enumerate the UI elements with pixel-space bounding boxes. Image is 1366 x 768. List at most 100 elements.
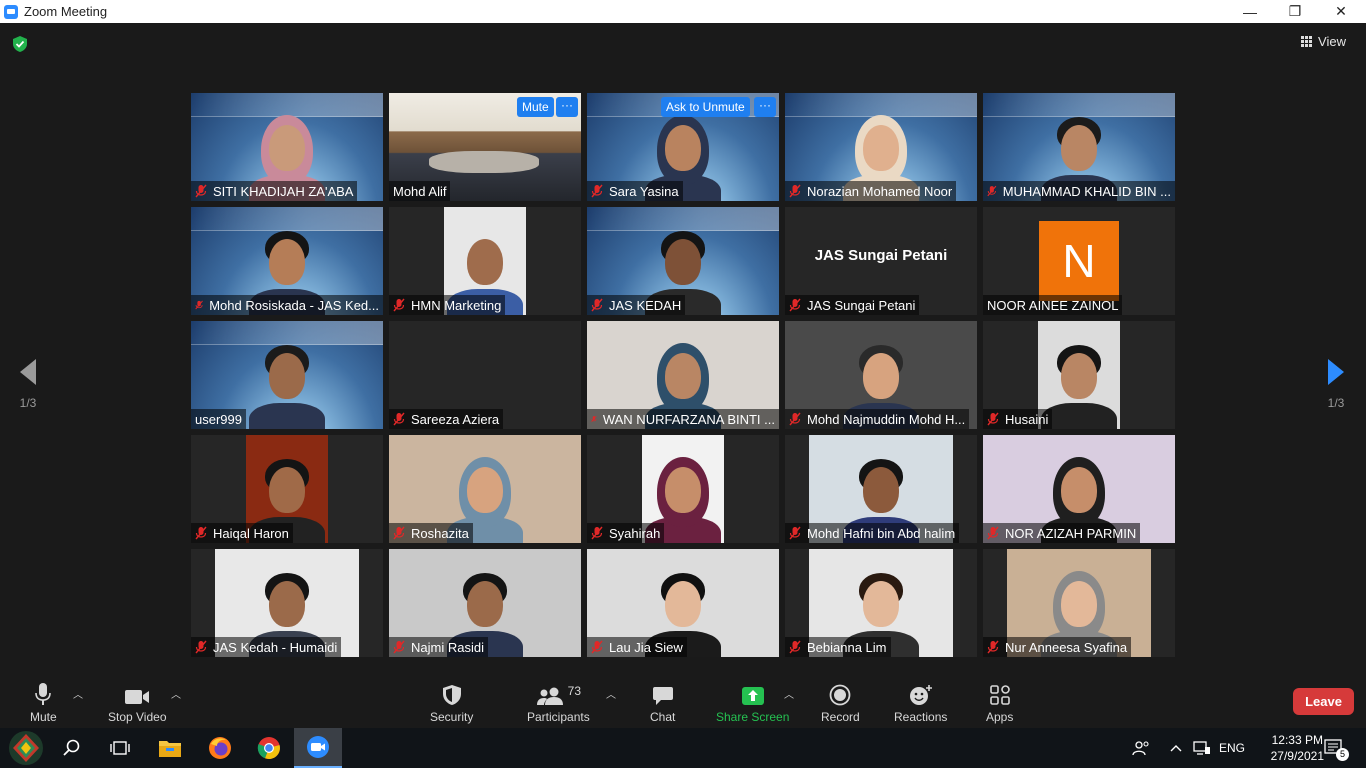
video-tile[interactable]: JAS KEDAH xyxy=(587,207,779,315)
chrome-icon[interactable] xyxy=(245,728,293,768)
participant-name: Nur Anneesa Syafina xyxy=(1005,639,1128,655)
next-page-button[interactable]: 1/3 xyxy=(1316,358,1356,428)
video-tile[interactable]: Syahirah xyxy=(587,435,779,543)
video-tile[interactable]: JAS Kedah - Humaidi xyxy=(191,549,383,657)
participant-more-options-button[interactable]: ··· xyxy=(754,97,776,117)
video-tile[interactable]: Nur Anneesa Syafina xyxy=(983,549,1175,657)
share-options-caret[interactable]: ︿ xyxy=(784,686,794,701)
mute-button[interactable]: Mute xyxy=(30,680,57,724)
participant-name: NOOR AINEE ZAINOL xyxy=(987,297,1119,313)
video-tile[interactable]: Sara Yasina Ask to Unmute ··· xyxy=(587,93,779,201)
apps-label: Apps xyxy=(986,710,1014,724)
security-label: Security xyxy=(430,710,474,724)
muted-mic-icon xyxy=(591,526,603,540)
participants-button[interactable]: 73 Participants xyxy=(527,680,590,724)
chat-bubble-icon xyxy=(652,687,673,705)
video-tile[interactable]: N NOOR AINEE ZAINOL xyxy=(983,207,1175,315)
participant-face xyxy=(863,581,899,627)
minimize-button[interactable]: — xyxy=(1227,0,1273,23)
security-button[interactable]: Security xyxy=(430,680,473,724)
participant-name-bar: Najmi Rasidi xyxy=(389,637,488,657)
ask-to-unmute-button[interactable]: Ask to Unmute xyxy=(661,97,750,117)
taskbar-clock[interactable]: 12:33 PM 27/9/2021 xyxy=(1271,732,1324,764)
video-tile[interactable]: HMN Marketing xyxy=(389,207,581,315)
participant-name-bar: Mohd Alif xyxy=(389,181,451,201)
participant-face xyxy=(467,239,503,285)
participants-options-caret[interactable]: ︿ xyxy=(606,686,616,701)
record-button[interactable]: Record xyxy=(821,680,860,724)
zoom-logo-icon xyxy=(4,4,18,19)
firefox-icon[interactable] xyxy=(196,728,244,768)
muted-mic-icon xyxy=(591,640,603,654)
participant-name: Najmi Rasidi xyxy=(411,639,484,655)
file-explorer-icon[interactable] xyxy=(146,728,194,768)
video-tile[interactable]: Mohd Alif Mute ··· xyxy=(389,93,581,201)
view-button[interactable]: View xyxy=(1301,34,1346,49)
video-tile[interactable]: JAS Sungai Petani JAS Sungai Petani xyxy=(785,207,977,315)
video-tile[interactable]: Husaini xyxy=(983,321,1175,429)
meeting-table xyxy=(429,151,539,173)
leave-button[interactable]: Leave xyxy=(1293,688,1354,715)
muted-mic-icon xyxy=(591,298,603,312)
muted-mic-icon xyxy=(987,185,997,197)
video-options-caret[interactable]: ︿ xyxy=(171,686,181,701)
audio-options-caret[interactable]: ︿ xyxy=(73,686,83,701)
participants-icon xyxy=(536,687,563,705)
participant-face xyxy=(1061,581,1097,627)
participant-name: WAN NURFARZANA BINTI ... xyxy=(602,411,775,427)
video-tile[interactable]: Lau Jia Siew xyxy=(587,549,779,657)
participant-face xyxy=(1061,353,1097,399)
apps-button[interactable]: Apps xyxy=(986,680,1013,724)
video-tile[interactable]: Haiqal Haron xyxy=(191,435,383,543)
video-tile[interactable]: Mohd Rosiskada - JAS Ked... xyxy=(191,207,383,315)
search-icon[interactable] xyxy=(48,728,96,768)
notification-center-icon[interactable]: 5 xyxy=(1324,728,1349,768)
participant-face xyxy=(863,353,899,399)
participant-face xyxy=(467,467,503,513)
previous-page-button[interactable]: 1/3 xyxy=(8,358,48,428)
muted-mic-icon xyxy=(789,298,801,312)
show-hidden-icons-chevron-icon[interactable] xyxy=(1170,728,1182,768)
video-tile[interactable]: user999 xyxy=(191,321,383,429)
reactions-button[interactable]: Reactions xyxy=(894,680,947,724)
video-tile[interactable]: SITI KHADIJAH ZA'ABA xyxy=(191,93,383,201)
video-tile[interactable]: Roshazita xyxy=(389,435,581,543)
restore-button[interactable]: ❐ xyxy=(1272,0,1318,23)
video-tile[interactable]: NOR AZIZAH PARMIN xyxy=(983,435,1175,543)
video-tile[interactable]: MUHAMMAD KHALID BIN ... xyxy=(983,93,1175,201)
chat-button[interactable]: Chat xyxy=(650,680,675,724)
stop-video-button[interactable]: Stop Video xyxy=(108,680,167,724)
close-button[interactable]: ✕ xyxy=(1318,0,1364,23)
network-icon[interactable] xyxy=(1193,728,1211,768)
encryption-shield-icon[interactable] xyxy=(11,35,29,53)
zoom-taskbar-icon[interactable] xyxy=(294,728,342,768)
participant-name-bar: Roshazita xyxy=(389,523,473,543)
people-tray-icon[interactable] xyxy=(1132,728,1150,768)
virtual-background-banner xyxy=(785,93,977,117)
video-tile[interactable]: Najmi Rasidi xyxy=(389,549,581,657)
participant-face xyxy=(269,125,305,171)
participant-face xyxy=(269,239,305,285)
video-tile[interactable]: Bebianna Lim xyxy=(785,549,977,657)
video-tile[interactable]: Sareeza Aziera xyxy=(389,321,581,429)
language-indicator[interactable]: ENG xyxy=(1219,728,1245,768)
video-tile[interactable]: Norazian Mohamed Noor xyxy=(785,93,977,201)
start-logo-icon[interactable] xyxy=(2,728,50,768)
participant-more-options-button[interactable]: ··· xyxy=(556,97,578,117)
video-tile[interactable]: Mohd Hafni bin Abd halim xyxy=(785,435,977,543)
muted-mic-icon xyxy=(789,526,801,540)
participant-body xyxy=(249,403,325,429)
participants-label: Participants xyxy=(527,710,590,724)
muted-mic-icon xyxy=(195,526,207,540)
task-view-icon[interactable] xyxy=(96,728,144,768)
record-icon xyxy=(829,684,851,706)
participant-name: Mohd Alif xyxy=(393,183,447,199)
video-tile[interactable]: Mohd Najmuddin Mohd H... xyxy=(785,321,977,429)
mute-participant-button[interactable]: Mute xyxy=(517,97,554,117)
participant-name-bar: Sara Yasina xyxy=(587,181,683,201)
next-page-indicator: 1/3 xyxy=(1327,396,1345,410)
participant-name: Syahirah xyxy=(609,525,661,541)
share-screen-button[interactable]: Share Screen xyxy=(716,680,789,724)
video-tile[interactable]: WAN NURFARZANA BINTI ... xyxy=(587,321,779,429)
share-screen-icon xyxy=(741,687,764,705)
